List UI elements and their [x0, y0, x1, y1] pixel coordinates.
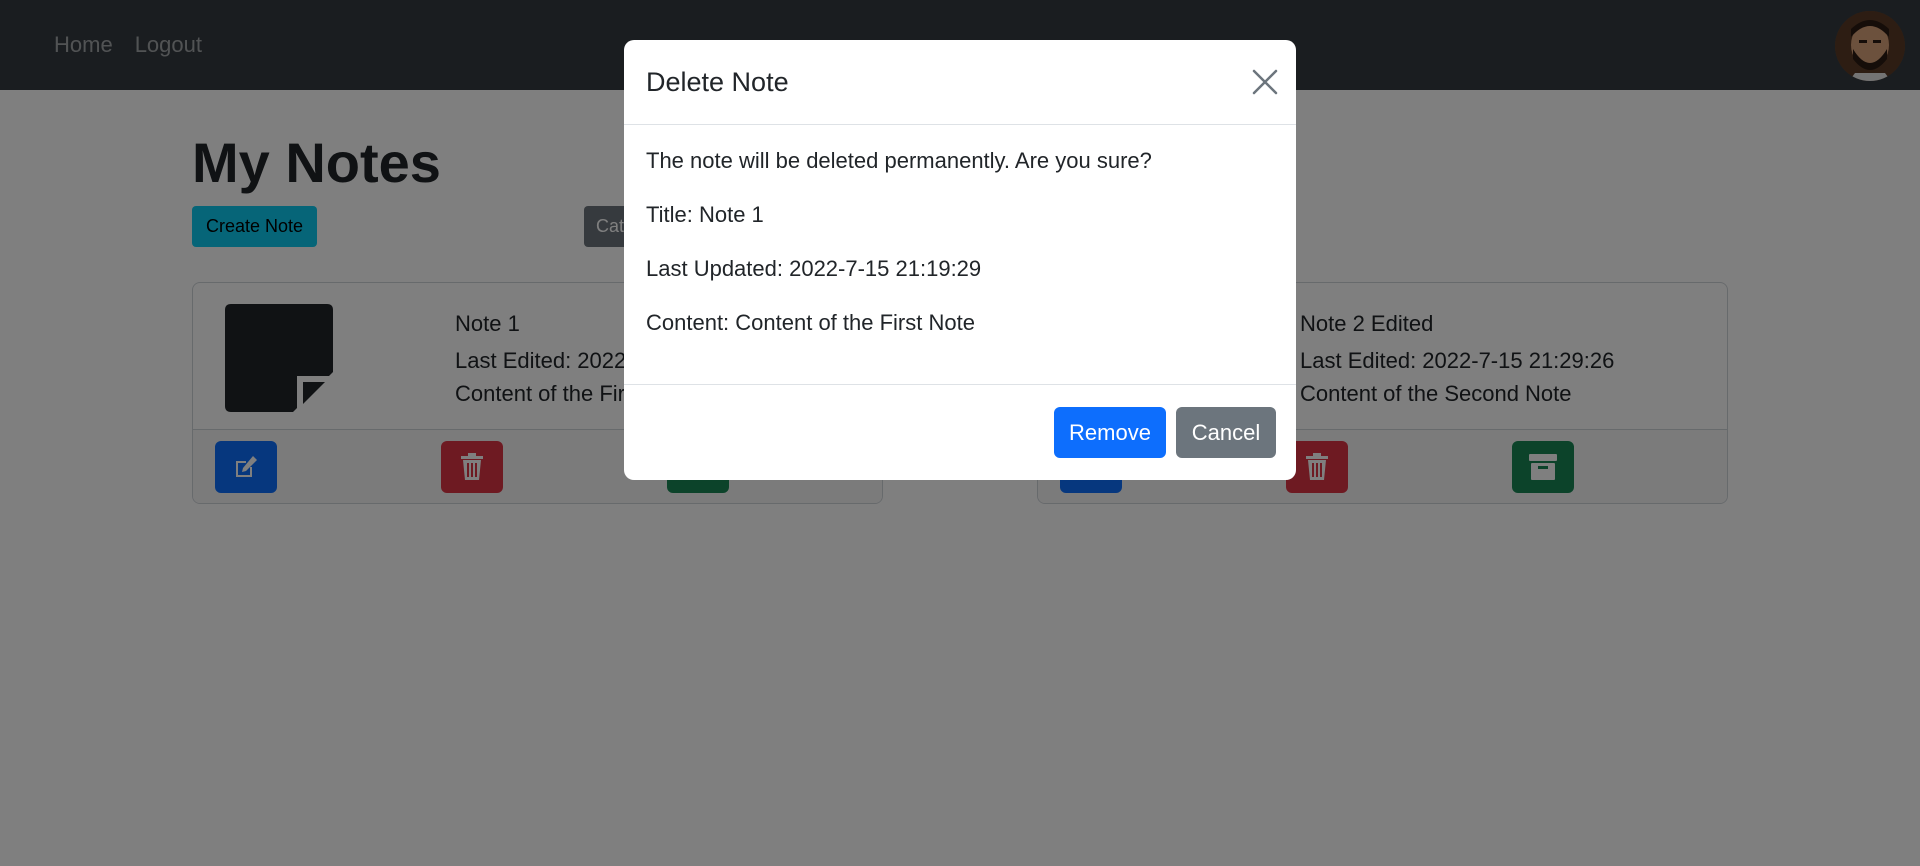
modal-footer: Remove Cancel [624, 385, 1296, 480]
modal-note-content: Content: Content of the First Note [646, 310, 975, 335]
modal-last-updated: Last Updated: 2022-7-15 21:19:29 [646, 256, 982, 281]
delete-note-modal: Delete Note The note will be deleted per… [624, 40, 1296, 480]
remove-button[interactable]: Remove [1054, 407, 1166, 458]
close-modal-button[interactable] [1248, 65, 1282, 99]
modal-header: Delete Note [624, 40, 1296, 125]
modal-body: The note will be deleted permanently. Ar… [624, 125, 1296, 385]
modal-title: Delete Note [646, 67, 789, 97]
cancel-button[interactable]: Cancel [1176, 407, 1276, 458]
modal-message: The note will be deleted permanently. Ar… [646, 148, 1152, 173]
close-icon [1252, 69, 1278, 95]
modal-note-title: Title: Note 1 [646, 202, 764, 227]
